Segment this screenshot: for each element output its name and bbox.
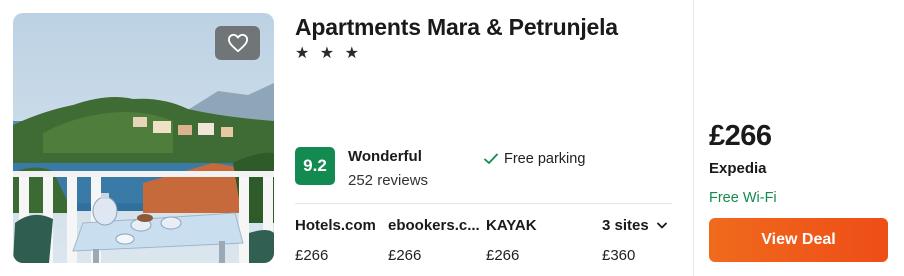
site-price: £266 bbox=[486, 247, 520, 264]
deal-perk: Free Wi-Fi bbox=[709, 190, 777, 206]
amenity-free-parking: Free parking bbox=[484, 151, 585, 167]
deal-price: £266 bbox=[709, 120, 772, 152]
view-deal-button[interactable]: View Deal bbox=[709, 218, 888, 262]
review-count[interactable]: 252 reviews bbox=[348, 172, 428, 189]
rating-score-badge: 9.2 bbox=[295, 147, 335, 185]
site-kayak[interactable]: KAYAK £266 bbox=[486, 217, 537, 264]
site-price: £266 bbox=[388, 247, 422, 264]
site-name: KAYAK bbox=[486, 217, 537, 234]
chevron-down-icon bbox=[656, 222, 667, 229]
divider bbox=[295, 203, 672, 204]
star-rating: ★ ★ ★ bbox=[295, 45, 362, 62]
more-sites-price: £360 bbox=[602, 247, 636, 264]
hotel-result-card[interactable]: Apartments Mara & Petrunjela ★ ★ ★ 9.2 W… bbox=[0, 0, 904, 276]
site-name: Hotels.com bbox=[295, 217, 376, 234]
hotel-name[interactable]: Apartments Mara & Petrunjela bbox=[295, 14, 618, 41]
rating-label: Wonderful bbox=[348, 148, 422, 165]
site-name: ebookers.c... bbox=[388, 217, 480, 234]
more-sites-dropdown[interactable]: 3 sites £360 bbox=[602, 217, 667, 264]
heart-icon bbox=[227, 33, 248, 53]
site-hotels-com[interactable]: Hotels.com £266 bbox=[295, 217, 376, 264]
amenity-label: Free parking bbox=[504, 151, 586, 167]
favorite-button[interactable] bbox=[215, 26, 260, 60]
site-price: £266 bbox=[295, 247, 329, 264]
more-sites-label: 3 sites bbox=[602, 217, 649, 234]
deal-provider: Expedia bbox=[709, 160, 767, 177]
check-icon bbox=[484, 153, 498, 164]
site-ebookers[interactable]: ebookers.c... £266 bbox=[388, 217, 480, 264]
column-divider bbox=[693, 0, 694, 276]
